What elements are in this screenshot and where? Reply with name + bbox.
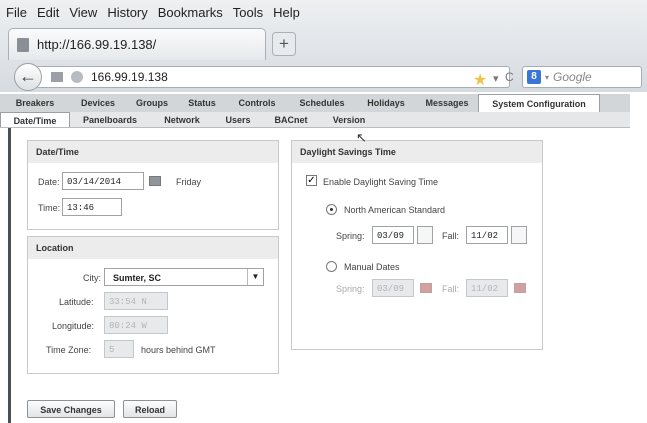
reload-icon[interactable]: C [505, 70, 514, 84]
manual-fall-input: 11/02 [466, 279, 508, 297]
time-zone-suffix: hours behind GMT [141, 345, 216, 355]
back-button[interactable]: ← [14, 63, 42, 91]
menu-bar: File Edit View History Bookmarks Tools H… [0, 0, 647, 24]
fall-label: Fall: [442, 231, 460, 241]
date-time-panel: Date/Time Date: 03/14/2014 Friday Time: … [27, 140, 279, 230]
fall-input[interactable]: 11/02 [466, 226, 508, 244]
search-placeholder: Google [553, 70, 592, 84]
latitude-label: Latitude: [59, 297, 94, 307]
day-of-week: Friday [176, 177, 202, 187]
calendar-icon [514, 283, 526, 293]
main-tab-bar: Breakers Devices Groups Status Controls … [0, 94, 630, 112]
time-zone-input: 5 [104, 340, 134, 358]
longitude-input: 80:24 W [104, 316, 168, 334]
menu-view[interactable]: View [69, 5, 97, 20]
spring-input[interactable]: 03/09 [372, 226, 414, 244]
sub-tab-bar: Date/Time Panelboards Network Users BACn… [0, 112, 630, 128]
mouse-cursor-icon: ↖ [356, 130, 367, 145]
navigation-bar: 166.99.19.138 ← ★ ▾ C 8 ▾ Google [0, 62, 647, 92]
dropdown-arrow-icon[interactable]: ▾ [493, 72, 499, 85]
enable-dst-checkbox[interactable]: ✓ [306, 175, 317, 186]
north-american-radio[interactable] [326, 204, 337, 215]
menu-tools[interactable]: Tools [233, 5, 263, 20]
menu-edit[interactable]: Edit [37, 5, 59, 20]
spring-picker-button[interactable] [417, 226, 433, 244]
tab-devices[interactable]: Devices [70, 94, 126, 112]
menu-file[interactable]: File [6, 5, 27, 20]
browser-tab-strip: http://166.99.19.138/ + [0, 24, 647, 62]
subtab-network[interactable]: Network [150, 112, 214, 127]
search-engine-icon[interactable]: 8 [527, 70, 541, 84]
subtab-bacnet[interactable]: BACnet [262, 112, 320, 127]
tab-controls[interactable]: Controls [226, 94, 288, 112]
time-label: Time: [38, 203, 61, 213]
fall-picker-button[interactable] [511, 226, 527, 244]
browser-tab[interactable]: http://166.99.19.138/ [8, 28, 266, 60]
north-american-label: North American Standard [344, 205, 446, 215]
site-identity-icon[interactable] [51, 72, 63, 82]
browser-tab-title: http://166.99.19.138/ [37, 37, 157, 52]
search-bar[interactable]: 8 ▾ Google [522, 66, 642, 88]
spring-label: Spring: [336, 231, 365, 241]
config-content: Date/Time Date: 03/14/2014 Friday Time: … [8, 128, 630, 423]
subtab-date-time[interactable]: Date/Time [0, 112, 70, 127]
menu-bookmarks[interactable]: Bookmarks [158, 5, 223, 20]
tab-messages[interactable]: Messages [416, 94, 478, 112]
manual-dates-label: Manual Dates [344, 262, 400, 272]
menu-help[interactable]: Help [273, 5, 300, 20]
reload-button[interactable]: Reload [123, 400, 177, 418]
tab-system-configuration[interactable]: System Configuration [478, 94, 600, 112]
page-icon [17, 37, 29, 52]
city-select[interactable]: Sumter, SC ▼ [104, 268, 264, 286]
tab-holidays[interactable]: Holidays [356, 94, 416, 112]
manual-dates-radio[interactable] [326, 261, 337, 272]
browser-chrome: File Edit View History Bookmarks Tools H… [0, 0, 647, 92]
calendar-icon[interactable] [149, 176, 161, 186]
latitude-input: 33:54 N [104, 292, 168, 310]
tab-groups[interactable]: Groups [126, 94, 178, 112]
enable-dst-label: Enable Daylight Saving Time [323, 177, 439, 187]
chevron-down-icon[interactable]: ▼ [247, 269, 263, 285]
location-panel: Location City: Sumter, SC ▼ Latitude: 33… [27, 236, 279, 374]
bookmark-star-icon[interactable]: ★ [473, 70, 487, 90]
calendar-icon [420, 283, 432, 293]
url-text: 166.99.19.138 [91, 70, 168, 84]
menu-history[interactable]: History [107, 5, 147, 20]
globe-icon [71, 71, 83, 83]
time-input[interactable]: 13:46 [62, 198, 122, 216]
tab-schedules[interactable]: Schedules [288, 94, 356, 112]
city-value: Sumter, SC [113, 273, 162, 283]
manual-fall-label: Fall: [442, 284, 460, 294]
location-heading: Location [28, 237, 278, 259]
city-label: City: [83, 273, 101, 283]
manual-spring-input: 03/09 [372, 279, 414, 297]
subtab-users[interactable]: Users [214, 112, 262, 127]
date-time-heading: Date/Time [28, 141, 278, 163]
tab-status[interactable]: Status [178, 94, 226, 112]
dst-panel: Daylight Savings Time ✓ Enable Daylight … [291, 140, 543, 350]
tab-breakers[interactable]: Breakers [0, 94, 70, 112]
subtab-panelboards[interactable]: Panelboards [70, 112, 150, 127]
manual-spring-label: Spring: [336, 284, 365, 294]
time-zone-label: Time Zone: [46, 345, 92, 355]
url-bar[interactable]: 166.99.19.138 [36, 66, 510, 88]
date-input[interactable]: 03/14/2014 [62, 172, 144, 190]
new-tab-button[interactable]: + [272, 32, 296, 56]
search-engine-dropdown-icon[interactable]: ▾ [545, 73, 549, 82]
dst-heading: Daylight Savings Time [292, 141, 542, 163]
longitude-label: Longitude: [52, 321, 95, 331]
back-arrow-icon: ← [19, 66, 37, 86]
date-label: Date: [38, 177, 60, 187]
save-changes-button[interactable]: Save Changes [27, 400, 115, 418]
subtab-version[interactable]: Version [320, 112, 378, 127]
